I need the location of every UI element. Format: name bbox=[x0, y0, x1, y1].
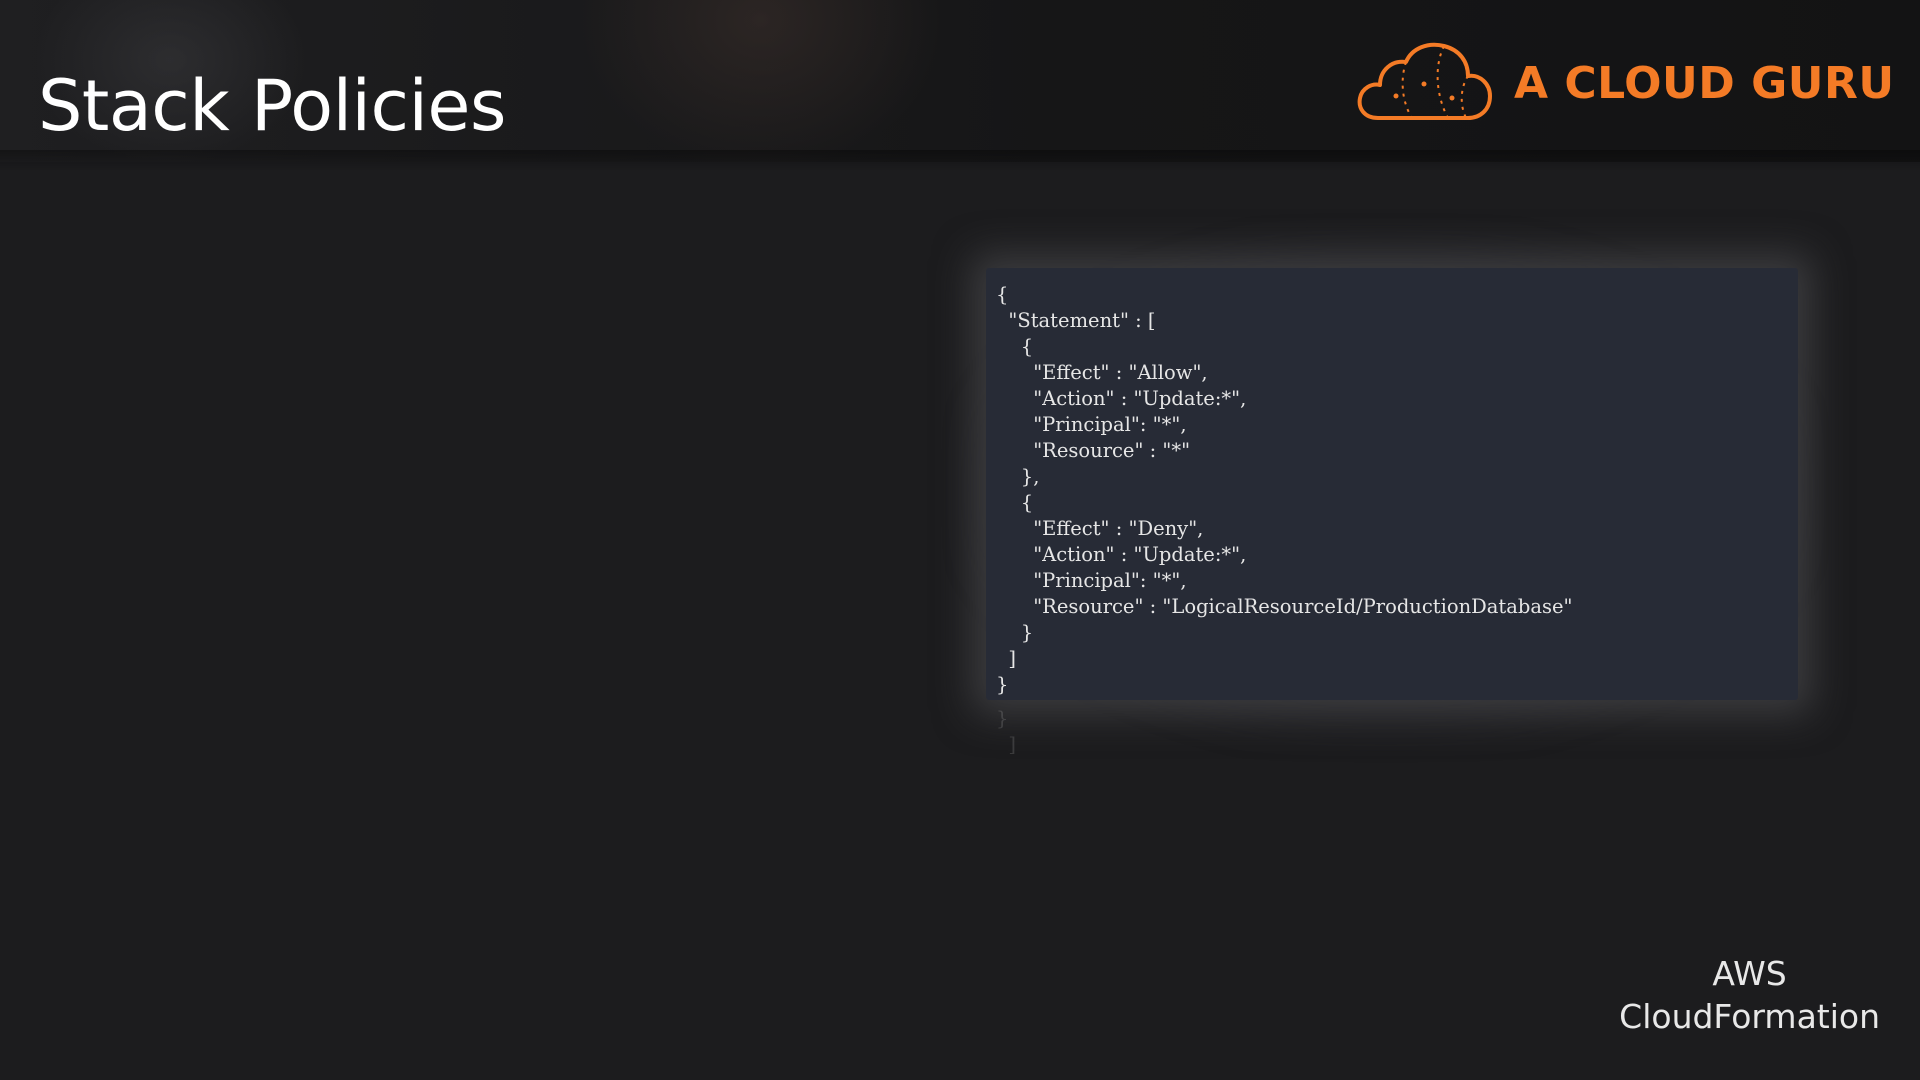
course-name: AWS CloudFormation bbox=[1619, 952, 1880, 1038]
code-line: "Action" : "Update:*", bbox=[996, 387, 1247, 410]
code-line: "Action" : "Update:*", bbox=[996, 543, 1247, 566]
code-line: "Resource" : "LogicalResourceId/Producti… bbox=[996, 595, 1573, 618]
code-line: { bbox=[996, 491, 1034, 514]
code-reflection: } ] bbox=[996, 706, 1016, 758]
code-line: }, bbox=[996, 465, 1040, 488]
code-line: ] bbox=[996, 647, 1017, 670]
code-line: "Statement" : [ bbox=[996, 309, 1156, 332]
code-line: { bbox=[996, 335, 1034, 358]
code-line: } bbox=[996, 621, 1034, 644]
code-reflection-line: } bbox=[996, 707, 1009, 730]
cloud-logo-icon bbox=[1356, 40, 1494, 126]
code-line: "Effect" : "Allow", bbox=[996, 361, 1208, 384]
slide-title: Stack Policies bbox=[38, 65, 506, 147]
header-divider bbox=[0, 150, 1920, 172]
code-line: } bbox=[996, 673, 1009, 696]
code-line: { bbox=[996, 283, 1009, 306]
brand-name: A CLOUD GURU bbox=[1514, 57, 1895, 109]
code-line: "Principal": "*", bbox=[996, 569, 1187, 592]
course-name-line1: AWS bbox=[1712, 954, 1787, 993]
code-line: "Resource" : "*" bbox=[996, 439, 1191, 462]
code-line: "Principal": "*", bbox=[996, 413, 1187, 436]
code-reflection-line: ] bbox=[996, 733, 1017, 756]
stack-policy-json: { "Statement" : [ { "Effect" : "Allow", … bbox=[996, 282, 1573, 698]
course-name-line2: CloudFormation bbox=[1619, 997, 1880, 1036]
code-line: "Effect" : "Deny", bbox=[996, 517, 1204, 540]
code-panel: { "Statement" : [ { "Effect" : "Allow", … bbox=[986, 268, 1798, 700]
brand-logo: A CLOUD GURU bbox=[1356, 40, 1895, 126]
slide: Stack Policies A CLOUD GURU { "Statement… bbox=[0, 0, 1920, 1080]
